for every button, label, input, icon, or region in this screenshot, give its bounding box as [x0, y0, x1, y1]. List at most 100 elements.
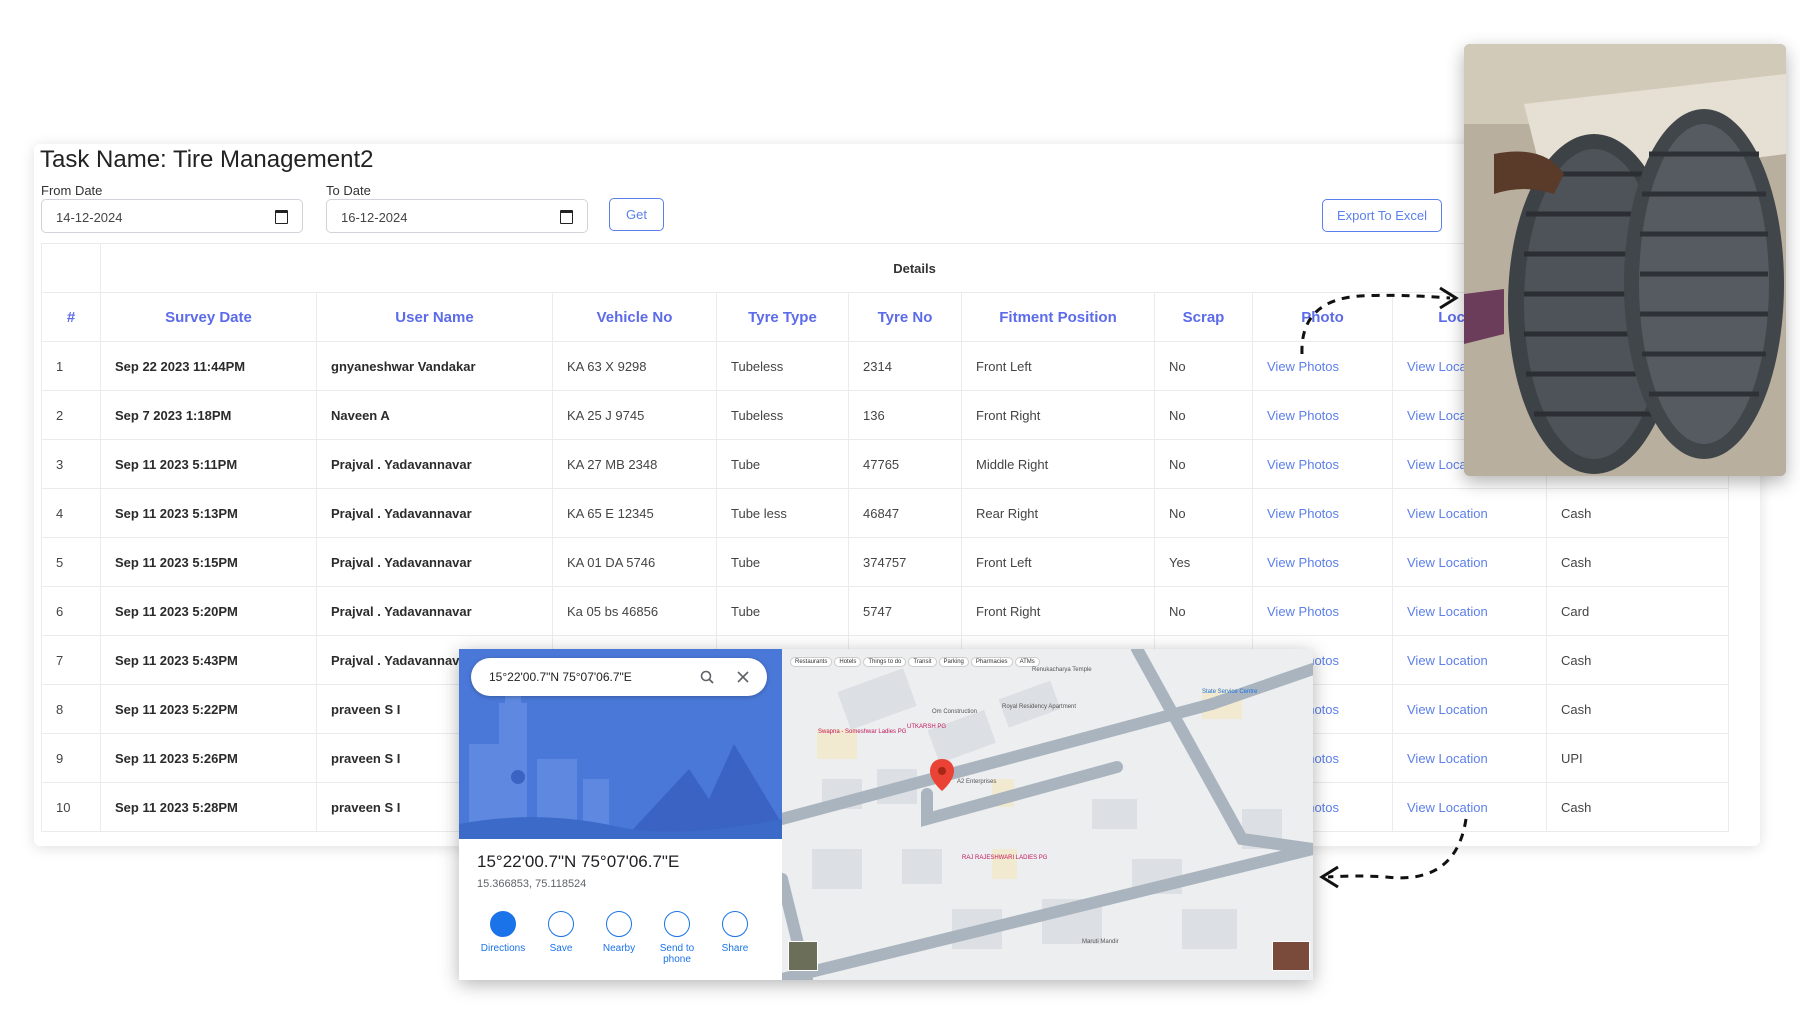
user-name-cell: Prajval . Yadavannavar: [316, 488, 553, 538]
search-icon[interactable]: [700, 670, 714, 684]
survey-date-cell: Sep 7 2023 1:18PM: [100, 390, 317, 440]
fitment-position-cell: Front Left: [961, 341, 1155, 391]
map-place-panel: 15°22'00.7"N 75°07'06.7"E 15°22'00.7"N 7…: [459, 649, 782, 980]
street-view-thumbnail[interactable]: [1272, 941, 1310, 971]
nearby-icon: [606, 911, 632, 937]
poi-label: State Service Centre: [1202, 689, 1258, 695]
map-canvas[interactable]: Restaurants Hotels Things to do Transit Park…: [782, 649, 1313, 980]
export-to-excel-button[interactable]: Export To Excel: [1322, 199, 1442, 232]
column-header: Survey Date: [100, 292, 317, 342]
poi-label: Renukacharya Temple: [1032, 667, 1092, 673]
from-date-input[interactable]: 14-12-2024: [41, 199, 303, 233]
vehicle-no-cell: KA 01 DA 5746: [552, 537, 717, 587]
column-header: #: [41, 292, 101, 342]
payment-cell: UPI: [1545, 733, 1730, 783]
payment-cell: Cash: [1545, 635, 1730, 685]
tyre-type-cell: Tubeless: [716, 341, 849, 391]
user-name-cell: gnyaneshwar Vandakar: [316, 341, 553, 391]
survey-date-cell: Sep 11 2023 5:15PM: [100, 537, 317, 587]
share-icon: [722, 911, 748, 937]
survey-date-cell: Sep 11 2023 5:20PM: [100, 586, 317, 636]
survey-date-cell: Sep 11 2023 5:22PM: [100, 684, 317, 734]
row-number: 3: [41, 439, 101, 489]
table-row: 6 Sep 11 2023 5:20PM Prajval . Yadavannava…: [41, 586, 1730, 636]
chip-atms[interactable]: ATMs: [1014, 657, 1040, 667]
fitment-position-cell: Rear Right: [961, 488, 1155, 538]
scrap-cell: No: [1154, 439, 1253, 489]
poi-label: UTKARSH PG: [907, 724, 947, 730]
survey-date-cell: Sep 11 2023 5:28PM: [100, 782, 317, 832]
column-header: Scrap: [1154, 292, 1253, 342]
survey-date-cell: Sep 22 2023 11:44PM: [100, 341, 317, 391]
payment-cell: Cash: [1545, 488, 1730, 538]
payment-cell: Card: [1545, 586, 1730, 636]
view-location-link[interactable]: View Location: [1392, 733, 1547, 783]
view-photos-link[interactable]: View Photos: [1252, 390, 1393, 440]
payment-cell: Cash: [1545, 782, 1730, 832]
from-date-label: From Date: [41, 183, 103, 198]
view-location-link[interactable]: View Location: [1392, 684, 1547, 734]
send-to-phone-button[interactable]: Send to phone: [647, 911, 707, 965]
row-number: 6: [41, 586, 101, 636]
tyre-no-cell: 46847: [848, 488, 962, 538]
user-name-cell: Naveen A: [316, 390, 553, 440]
row-number: 9: [41, 733, 101, 783]
chip-things-to-do[interactable]: Things to do: [863, 657, 907, 667]
view-photos-link[interactable]: View Photos: [1252, 586, 1393, 636]
scrap-cell: No: [1154, 341, 1253, 391]
view-photos-link[interactable]: View Photos: [1252, 439, 1393, 489]
user-name-cell: Prajval . Yadavannavar: [316, 586, 553, 636]
scrap-cell: No: [1154, 488, 1253, 538]
calendar-icon[interactable]: [560, 210, 573, 224]
close-icon[interactable]: [737, 671, 749, 683]
directions-label: Directions: [480, 943, 526, 954]
poi-label: Swapna - Someshwar Ladies PG: [818, 729, 907, 735]
view-location-link[interactable]: View Location: [1392, 586, 1547, 636]
tyre-no-cell: 5747: [848, 586, 962, 636]
to-date-value: 16-12-2024: [341, 210, 408, 225]
tyre-type-cell: Tube: [716, 586, 849, 636]
to-date-input[interactable]: 16-12-2024: [326, 199, 588, 233]
row-number: 5: [41, 537, 101, 587]
calendar-icon[interactable]: [275, 210, 288, 224]
vehicle-no-cell: Ka 05 bs 46856: [552, 586, 717, 636]
table-row: 4 Sep 11 2023 5:13PM Prajval . Yadavannava…: [41, 488, 1730, 538]
view-location-link[interactable]: View Location: [1392, 488, 1547, 538]
chip-pharmacies[interactable]: Pharmacies: [970, 657, 1013, 667]
nearby-button[interactable]: Nearby: [589, 911, 649, 954]
fitment-position-cell: Front Right: [961, 390, 1155, 440]
view-photos-link[interactable]: View Photos: [1252, 537, 1393, 587]
save-button[interactable]: Save: [531, 911, 591, 954]
view-location-link[interactable]: View Location: [1392, 635, 1547, 685]
vehicle-no-cell: KA 27 MB 2348: [552, 439, 717, 489]
share-button[interactable]: Share: [705, 911, 765, 954]
view-photos-link[interactable]: View Photos: [1252, 488, 1393, 538]
chip-transit[interactable]: Transit: [908, 657, 937, 667]
place-title: 15°22'00.7"N 75°07'06.7"E: [477, 852, 680, 871]
phone-icon: [664, 911, 690, 937]
directions-button[interactable]: Directions: [473, 911, 533, 954]
photo-arrow: [1300, 286, 1459, 355]
save-label: Save: [549, 943, 573, 954]
poi-label: Maruti Mandir: [1082, 939, 1119, 945]
chip-restaurants[interactable]: Restaurants: [790, 657, 833, 667]
scrap-cell: No: [1154, 586, 1253, 636]
fitment-position-cell: Front Right: [961, 586, 1155, 636]
poi-label: RAJ RAJESHWARI LADIES PG: [962, 855, 1048, 861]
view-location-link[interactable]: View Location: [1392, 537, 1547, 587]
send-to-phone-label: Send to phone: [659, 943, 695, 965]
user-name-cell: Prajval . Yadavannavar: [316, 439, 553, 489]
chip-hotels[interactable]: Hotels: [834, 657, 862, 667]
map-search-box[interactable]: 15°22'00.7"N 75°07'06.7"E: [471, 658, 767, 696]
survey-date-cell: Sep 11 2023 5:43PM: [100, 635, 317, 685]
chip-parking[interactable]: Parking: [938, 657, 969, 667]
row-number: 2: [41, 390, 101, 440]
get-button[interactable]: Get: [609, 198, 664, 231]
share-label: Share: [721, 943, 749, 954]
table-row: 5 Sep 11 2023 5:15PM Prajval . Yadavannava…: [41, 537, 1730, 587]
survey-date-cell: Sep 11 2023 5:11PM: [100, 439, 317, 489]
column-header: Tyre No: [848, 292, 962, 342]
bookmark-icon: [548, 911, 574, 937]
survey-date-cell: Sep 11 2023 5:26PM: [100, 733, 317, 783]
layers-thumbnail[interactable]: [788, 941, 818, 971]
